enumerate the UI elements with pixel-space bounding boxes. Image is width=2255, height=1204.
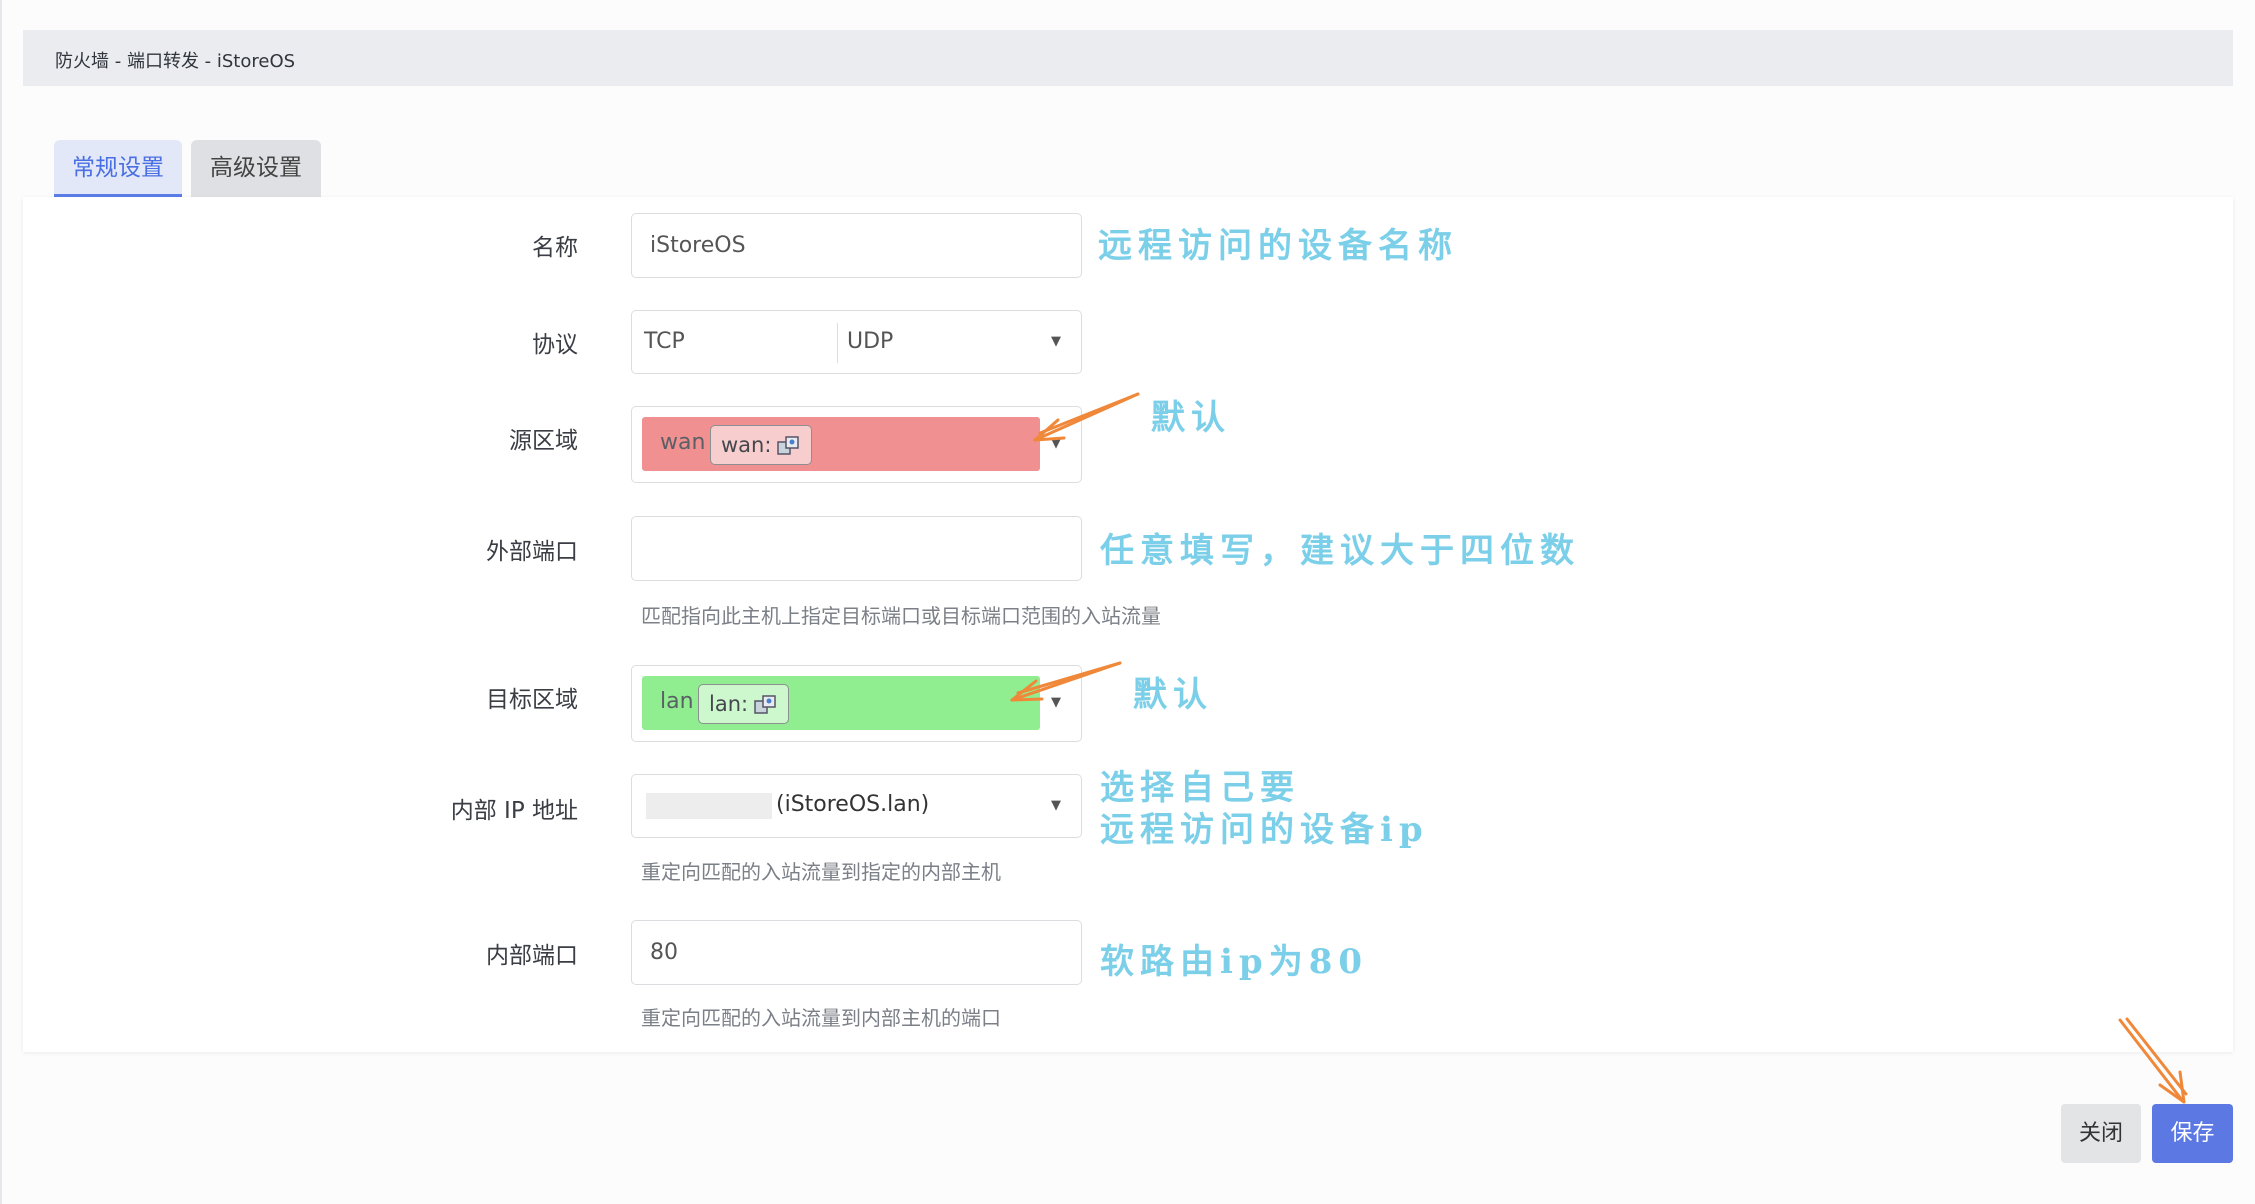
save-button[interactable]: 保存 [2152, 1104, 2233, 1163]
annotation-arrows [1010, 392, 2188, 1104]
close-button[interactable]: 关闭 [2061, 1104, 2141, 1163]
arrow-to-destination-zone [1010, 661, 1122, 702]
arrow-to-source-zone [1033, 392, 1140, 442]
arrow-to-save-button [2118, 1017, 2188, 1104]
